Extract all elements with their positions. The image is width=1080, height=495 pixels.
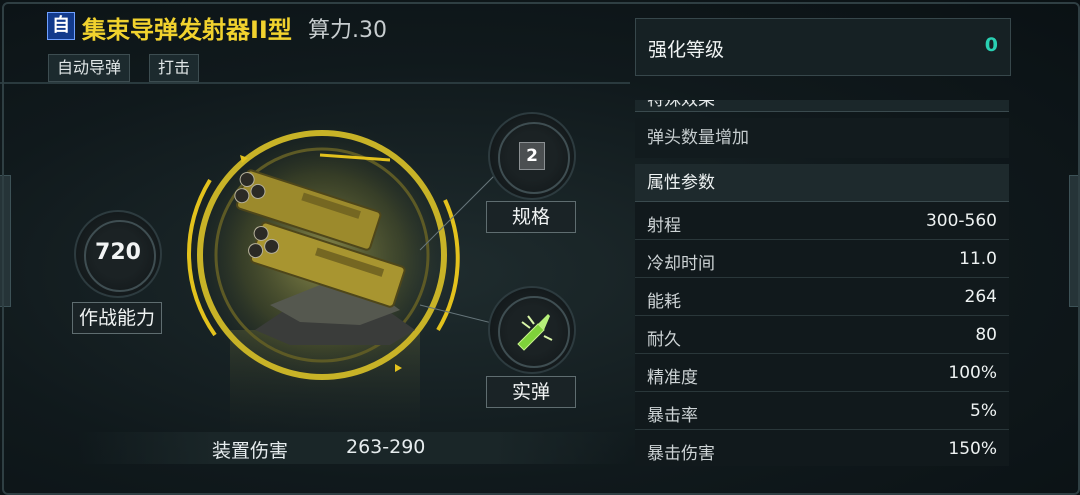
stat-row-cooldown: 冷却时间 11.0 — [635, 240, 1009, 278]
stat-row-range: 射程 300-560 — [635, 202, 1009, 240]
right-frame-bracket — [1069, 175, 1080, 307]
special-effect-item: 弹头数量增加 — [635, 118, 1009, 158]
stat-value: 150% — [948, 439, 997, 459]
spec-label: 规格 — [486, 201, 576, 233]
stat-name: 精准度 — [647, 368, 698, 388]
stat-name: 冷却时间 — [647, 254, 715, 274]
spec-badge: 2 — [488, 112, 576, 200]
spec-value: 2 — [519, 142, 545, 170]
stat-name: 能耗 — [647, 292, 681, 312]
ammo-icon — [517, 314, 553, 351]
combat-ability-badge: 720 — [74, 210, 162, 298]
stat-name: 射程 — [647, 216, 681, 236]
stat-name: 暴击率 — [647, 406, 698, 426]
ammo-type-label: 实弹 — [486, 376, 576, 408]
stat-name: 暴击伤害 — [647, 444, 715, 464]
attribute-stats-panel[interactable]: 属性参数 射程 300-560 冷却时间 11.0 能耗 264 耐久 80 精… — [635, 164, 1009, 466]
device-damage-label: 装置伤害 — [212, 440, 289, 462]
stat-row-crit-rate: 暴击率 5% — [635, 392, 1009, 430]
stat-value: 11.0 — [959, 249, 997, 269]
attribute-stats-title: 属性参数 — [635, 164, 1009, 202]
stat-row-durability: 耐久 80 — [635, 316, 1009, 354]
ammo-badge — [488, 286, 576, 374]
stat-name: 耐久 — [647, 330, 681, 350]
stat-row-energy: 能耗 264 — [635, 278, 1009, 316]
special-effects-panel[interactable]: 特殊效果 弹头数量增加 — [635, 100, 1009, 160]
stat-value: 80 — [975, 325, 997, 345]
enhance-level-value: 0 — [984, 34, 998, 56]
special-effects-title: 特殊效果 — [635, 100, 1009, 112]
stat-value: 300-560 — [925, 211, 997, 231]
stat-row-crit-damage: 暴击伤害 150% — [635, 430, 1009, 466]
stat-value: 264 — [964, 287, 997, 307]
enhance-level-box[interactable]: 强化等级 0 — [635, 18, 1011, 76]
weapon-detail-window: 自 集束导弹发射器II型 算力.30 自动导弹 打击 720 作战能力 2 规格… — [0, 0, 1080, 495]
stat-row-accuracy: 精准度 100% — [635, 354, 1009, 392]
enhance-level-label: 强化等级 — [648, 39, 725, 61]
device-damage-value: 263-290 — [346, 436, 426, 458]
combat-ability-value: 720 — [95, 240, 141, 265]
combat-ability-label: 作战能力 — [72, 302, 162, 334]
stat-value: 5% — [970, 401, 997, 421]
device-damage-bar: 装置伤害 263-290 — [78, 432, 630, 464]
stat-value: 100% — [948, 363, 997, 383]
